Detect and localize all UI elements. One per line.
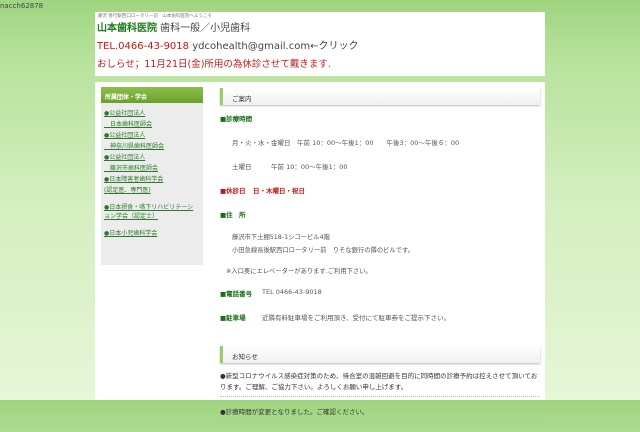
- sidebar-link[interactable]: 神奈川県歯科医師会: [104, 142, 203, 151]
- hours-label: ■診療時間: [220, 115, 253, 123]
- clinic-name: 山本歯科医院: [97, 23, 157, 34]
- sidebar-link[interactable]: 藤沢市歯科医師会: [104, 164, 203, 173]
- news-item: ●新型コロナウイルス感染症対策のため、待合室の混雑回避を目的に同時間の診療予約は…: [220, 371, 540, 397]
- parking-label: ■駐車場: [220, 314, 246, 322]
- header-tel: TEL.0466-43-9018: [97, 41, 190, 52]
- address-line: 藤沢市下土棚518-1シコービル4階: [232, 234, 330, 241]
- phone-row: ■電話番号 TEL 0466-43-9018: [220, 288, 540, 298]
- main-column: ご案内 ■診療時間 月・火・水・金曜日 午前 10：00〜午後1：00 午後3：…: [220, 88, 540, 432]
- site-header: 藤沢 善行駅西口ロータリー前 山本歯科医院へようこそ 山本歯科医院 歯科一般／小…: [95, 12, 545, 76]
- hours-weekday: 月・火・水・金曜日 午前 10：00〜午後1：00 午後3：00〜午後６：00: [232, 139, 460, 147]
- holiday-value: 日・木曜日・祝日: [253, 187, 305, 195]
- sidebar-link[interactable]: (認定医、専門医): [104, 186, 203, 195]
- clinic-sub: 歯科一般／小児歯科: [157, 23, 251, 34]
- phone-value: TEL 0466-43-9018: [262, 288, 322, 296]
- guide-heading: ご案内: [220, 88, 540, 105]
- sidebar-link[interactable]: ●日本小児歯科学会: [104, 229, 203, 238]
- sidebar-link[interactable]: ●日本摂食・嚥下リハビリテーション学会（認定士）: [104, 203, 198, 221]
- parking-row: ■駐車場 近隣有料駐車場をご利用頂き、受付にて駐車券をご提示下さい。: [220, 312, 540, 322]
- site-title[interactable]: 山本歯科医院 歯科一般／小児歯科: [97, 19, 250, 34]
- sidebar-link[interactable]: ●公益社団法人: [104, 109, 203, 118]
- email-link[interactable]: ydcohealth@gmail.com←クリック: [192, 41, 358, 52]
- contact-line: TEL.0466-43-9018 ydcohealth@gmail.com←クリ…: [97, 37, 358, 52]
- sidebar-link[interactable]: 日本歯科医師会: [104, 120, 203, 129]
- sidebar: 所属団体・学会 ●公益社団法人 日本歯科医師会 ●公益社団法人 神奈川県歯科医師…: [101, 87, 203, 265]
- hours-saturday: 土曜日 午前 10：00〜午後1：00: [232, 163, 348, 171]
- holiday-row: ■休診日 日・木曜日・祝日: [220, 185, 540, 195]
- sidebar-link[interactable]: ●公益社団法人: [104, 153, 203, 162]
- parking-value: 近隣有料駐車場をご利用頂き、受付にて駐車券をご提示下さい。: [262, 314, 451, 322]
- username: nacch62878: [0, 2, 44, 10]
- phone-label: ■電話番号: [220, 290, 253, 298]
- sidebar-link[interactable]: ●日本障害者歯科学会: [104, 175, 203, 184]
- header-notice: おしらせ；11月21日(金)所用の為休診させて戴きます.: [97, 59, 331, 70]
- news-item: ●診療時間が変更となりました。ご確認ください。: [220, 407, 540, 422]
- content-area: 所属団体・学会 ●公益社団法人 日本歯科医師会 ●公益社団法人 神奈川県歯科医師…: [95, 82, 545, 422]
- elevator-note: ※入口奥にエレベーターがあります.ご利用下さい。: [226, 268, 372, 275]
- address-label: ■住 所: [220, 211, 246, 219]
- sidebar-title: 所属団体・学会: [101, 87, 203, 103]
- sidebar-link[interactable]: ●公益社団法人: [104, 131, 203, 140]
- address-line: 小田急線長後駅西口ロータリー前 りそな銀行の隣のビルです。: [232, 247, 414, 254]
- news-heading: お知らせ: [220, 346, 540, 363]
- holiday-label: ■休診日: [220, 187, 246, 195]
